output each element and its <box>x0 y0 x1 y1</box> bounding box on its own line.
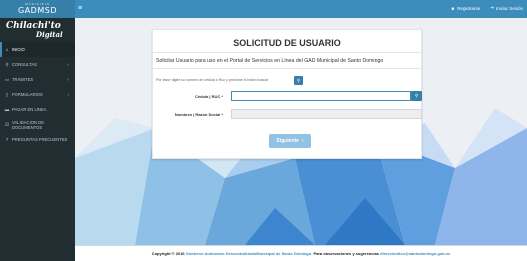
nombres-label: Nombres | Razón Social * <box>174 112 223 117</box>
chevron-left-icon: ‹ <box>67 92 70 97</box>
feedback-text: Para observaciones y sugerencias <box>313 251 380 256</box>
organization-link[interactable]: Gobierno Autónomo DescentralizadoMunicip… <box>186 251 313 256</box>
register-link[interactable]: ☻ Registrarse <box>450 5 480 11</box>
sidebar-item-inicio[interactable]: ⌂ INICIO <box>0 42 75 57</box>
chevron-right-icon: › <box>301 138 304 144</box>
home-icon: ⌂ <box>5 47 9 52</box>
brand-logo[interactable]: MUNICIPIO GADMSD <box>0 0 75 18</box>
question-circle-icon: ? <box>5 137 9 142</box>
sidebar-item-label: VALIDACION DE DOCUMENTOS <box>11 119 45 130</box>
search-icon: ⚲ <box>5 61 9 67</box>
footer: Copyright © 2016 Gobierno Autónomo Desce… <box>75 245 527 261</box>
contact-email-link[interactable]: direcciontics@santodomingo.gob.ec <box>380 251 450 256</box>
search-hint-text: Por favor digite su número de cédula o R… <box>156 78 269 82</box>
chevron-left-icon: ‹ <box>67 77 70 82</box>
check-square-icon: ☑ <box>4 121 9 127</box>
chilachito-logo: Chilachi'to Digital <box>0 18 75 42</box>
siguiente-button[interactable]: Siguiente › <box>269 134 311 148</box>
menu-toggle-icon[interactable]: ≡ <box>78 5 82 12</box>
sidebar-item-validacion-documentos[interactable]: ☑ VALIDACION DE DOCUMENTOS <box>0 117 75 132</box>
sidebar: Chilachi'to Digital ⌂ INICIO ⚲ CONSULTAS… <box>0 18 75 261</box>
sidebar-item-label: FORMULARIOS <box>12 92 43 97</box>
sidebar-item-preguntas-frecuentes[interactable]: ? PREGUNTAS FRECUENTES <box>0 132 75 147</box>
copyright-text: Copyright © 2016 <box>151 251 185 256</box>
register-label: Registrarse <box>457 5 481 11</box>
file-icon: ▯ <box>5 91 9 97</box>
nombres-razon-social-input[interactable] <box>231 109 422 119</box>
search-button[interactable]: ⚲ <box>411 91 422 101</box>
user-plus-icon: ☻ <box>450 5 456 11</box>
sidebar-item-label: TRÁMITES <box>12 77 34 82</box>
folder-icon: ▭ <box>4 76 10 82</box>
form-intro-text: Solicitar Usuario para uso en el Portal … <box>156 58 384 64</box>
sidebar-menu: ⌂ INICIO ⚲ CONSULTAS ‹ ▭ TRÁMITES ‹ ▯ FO… <box>0 42 75 147</box>
sidebar-item-pagar-en-linea[interactable]: ▬ PAGAR EN LÍNEA <box>0 102 75 117</box>
divider <box>153 52 421 53</box>
hint-search-icon: ⚲ <box>294 76 303 85</box>
login-label: Iniciar Sesión <box>495 5 523 11</box>
brand-name: GADMSD <box>18 6 57 15</box>
top-links: ☻ Registrarse ➜ Iniciar Sesión <box>450 5 523 11</box>
sidebar-item-formularios[interactable]: ▯ FORMULARIOS ‹ <box>0 87 75 102</box>
cedula-label: Cédula | RUC * <box>194 94 223 99</box>
sign-in-icon: ➜ <box>490 5 494 10</box>
chevron-left-icon: ‹ <box>67 62 70 67</box>
siguiente-label: Siguiente <box>276 138 299 144</box>
sidebar-item-label: CONSULTAS <box>12 62 37 67</box>
login-link[interactable]: ➜ Iniciar Sesión <box>490 5 523 11</box>
credit-card-icon: ▬ <box>4 107 10 112</box>
sidebar-item-consultas[interactable]: ⚲ CONSULTAS ‹ <box>0 57 75 72</box>
sidebar-item-label: INICIO <box>12 47 25 52</box>
cedula-ruc-input[interactable] <box>231 91 411 101</box>
request-user-form-card: SOLICITUD DE USUARIO Solicitar Usuario p… <box>152 29 422 159</box>
top-navbar: MUNICIPIO GADMSD ≡ ☻ Registrarse ➜ Inici… <box>0 0 527 18</box>
main-content: SOLICITUD DE USUARIO Solicitar Usuario p… <box>75 18 527 245</box>
sidebar-item-label: PAGAR EN LÍNEA <box>12 107 47 112</box>
sidebar-item-label: PREGUNTAS FRECUENTES <box>12 137 68 142</box>
logo-line-2: Digital <box>36 30 63 39</box>
sidebar-item-tramites[interactable]: ▭ TRÁMITES ‹ <box>0 72 75 87</box>
divider <box>153 68 421 69</box>
page-title: SOLICITUD DE USUARIO <box>233 38 341 48</box>
